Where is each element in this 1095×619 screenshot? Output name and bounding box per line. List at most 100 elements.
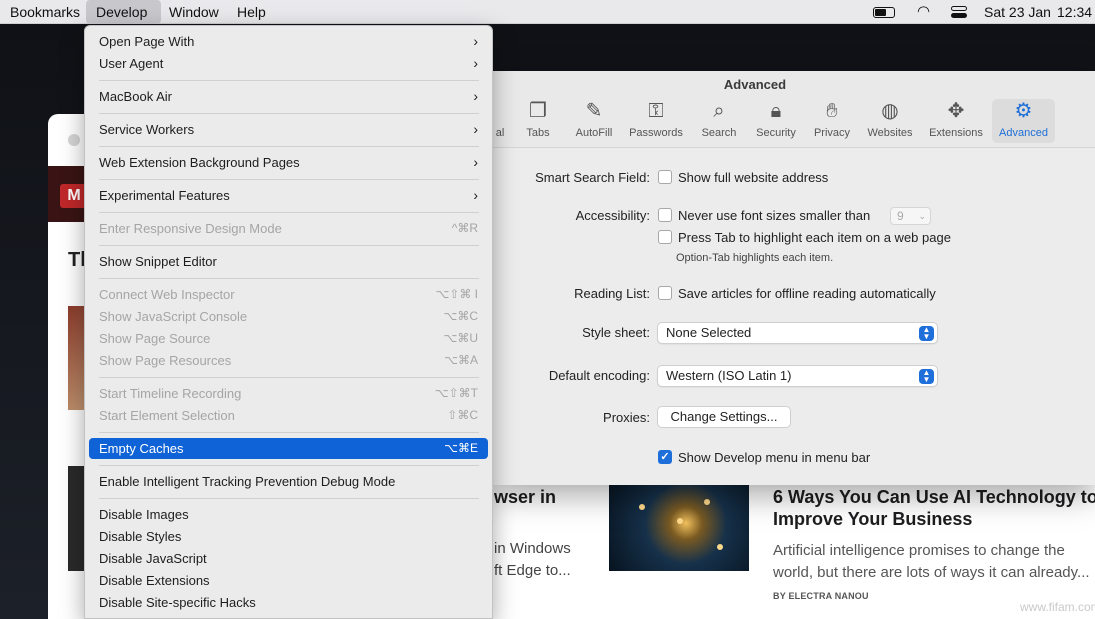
menubar-time[interactable]: 12:34 (1057, 0, 1092, 24)
menu-item-service-workers[interactable]: Service Workers › (89, 119, 488, 140)
article-author: BY ELECTRA NANOU (773, 591, 869, 601)
menu-item-shortcut: ⇧⌘C (447, 408, 478, 422)
window-close-button[interactable] (68, 134, 80, 146)
article-image[interactable] (609, 484, 749, 571)
menu-separator (99, 278, 479, 279)
tab-extensions[interactable]: ✥ Extensions (926, 99, 986, 143)
control-center-icon[interactable] (951, 0, 967, 24)
tab-advanced[interactable]: ⚙︎ Advanced (992, 99, 1055, 143)
menu-item-label: Disable Styles (99, 529, 182, 544)
menu-item-empty-caches[interactable]: Empty Caches ⌥⌘E (89, 438, 488, 459)
menu-item-user-agent[interactable]: User Agent › (89, 53, 488, 74)
wifi-icon[interactable]: ◠ (917, 0, 930, 24)
menu-item-show-javascript-console[interactable]: Show JavaScript Console ⌥⌘C (89, 306, 488, 327)
image-glow (704, 499, 710, 505)
menu-item-experimental-features[interactable]: Experimental Features › (89, 185, 488, 206)
menu-item-disable-javascript[interactable]: Disable JavaScript (89, 548, 488, 569)
menu-item-web-extension-bg-pages[interactable]: Web Extension Background Pages › (89, 152, 488, 173)
general-icon (493, 99, 507, 123)
tab-passwords[interactable]: ⚿ Passwords (626, 99, 686, 143)
menu-bookmarks[interactable]: Bookmarks (0, 0, 90, 24)
menu-item-itp-debug-mode[interactable]: Enable Intelligent Tracking Prevention D… (89, 471, 488, 492)
chevron-right-icon: › (473, 187, 478, 203)
menu-item-show-page-resources[interactable]: Show Page Resources ⌥⌘A (89, 350, 488, 371)
show-develop-menu-checkbox[interactable]: ✓ (658, 450, 672, 464)
menu-item-responsive-design-mode[interactable]: Enter Responsive Design Mode ^⌘R (89, 218, 488, 239)
tab-search[interactable]: ⌕ Search (698, 99, 740, 143)
min-font-size-text: Never use font sizes smaller than (678, 208, 871, 223)
chevron-right-icon: › (473, 55, 478, 71)
menu-item-start-element-selection[interactable]: Start Element Selection ⇧⌘C (89, 405, 488, 426)
tab-privacy[interactable]: ✋︎ Privacy (811, 99, 853, 143)
menu-item-disable-extensions[interactable]: Disable Extensions (89, 570, 488, 591)
menu-item-disable-styles[interactable]: Disable Styles (89, 526, 488, 547)
change-settings-button[interactable]: Change Settings... (657, 406, 791, 428)
tab-autofill[interactable]: ✎ AutoFill (572, 99, 616, 143)
show-develop-menu-text: Show Develop menu in menu bar (678, 450, 871, 465)
tab-highlight-checkbox[interactable] (658, 230, 672, 244)
article-desc-fragment: in Windows (494, 540, 571, 557)
tab-label: Privacy (813, 127, 851, 139)
menu-item-shortcut: ⌥⇧⌘T (434, 386, 478, 400)
menu-separator (99, 212, 479, 213)
key-icon: ⚿ (648, 100, 664, 122)
menu-item-disable-images[interactable]: Disable Images (89, 504, 488, 525)
tab-security[interactable]: 🔒︎ Security (751, 99, 801, 143)
tab-label: Tabs (526, 127, 550, 139)
menu-item-label: Enable Intelligent Tracking Prevention D… (99, 474, 396, 489)
tab-label: al (495, 127, 505, 139)
tab-websites[interactable]: ◍ Websites (864, 99, 916, 143)
menu-item-label: MacBook Air (99, 89, 172, 104)
tab-label: Websites (867, 127, 913, 139)
min-font-size-select[interactable]: 9 ⌄ (890, 207, 931, 225)
menubar-date[interactable]: Sat 23 Jan (984, 0, 1051, 24)
menu-item-show-page-source[interactable]: Show Page Source ⌥⌘U (89, 328, 488, 349)
control-center-icon (951, 6, 967, 18)
menu-item-label: Open Page With (99, 34, 195, 49)
menu-item-shortcut: ⌥⌘C (443, 309, 479, 323)
chevron-right-icon: › (473, 33, 478, 49)
menu-item-macbook-air[interactable]: MacBook Air › (89, 86, 488, 107)
tab-label: Passwords (629, 127, 683, 139)
menu-develop[interactable]: Develop (86, 0, 161, 24)
menu-item-connect-web-inspector[interactable]: Connect Web Inspector ⌥⇧⌘ I (89, 284, 488, 305)
menu-item-open-page-with[interactable]: Open Page With › (89, 31, 488, 52)
puzzle-icon: ✥ (947, 100, 965, 122)
gears-icon: ⚙︎ (1014, 100, 1033, 122)
menu-item-label: User Agent (99, 56, 164, 71)
up-down-chevron-icon: ▲ ▼ (919, 369, 934, 384)
tab-label: Advanced (999, 127, 1048, 139)
menu-separator (99, 179, 479, 180)
article-desc-fragment: ft Edge to... (494, 562, 571, 579)
tab-tabs[interactable]: ❐ Tabs (521, 99, 555, 143)
style-sheet-popup[interactable]: None Selected ▲ ▼ (657, 322, 938, 344)
default-encoding-popup[interactable]: Western (ISO Latin 1) ▲ ▼ (657, 365, 938, 387)
menu-item-shortcut: ⌥⌘U (443, 331, 479, 345)
tab-highlight-text: Press Tab to highlight each item on a we… (678, 230, 951, 245)
menu-item-label: Service Workers (99, 122, 195, 137)
article-title[interactable]: 6 Ways You Can Use AI Technology to Impr… (773, 486, 1095, 530)
menu-item-disable-site-hacks[interactable]: Disable Site-specific Hacks (89, 592, 488, 613)
menu-item-label: Show JavaScript Console (99, 309, 248, 324)
show-full-address-checkbox[interactable] (658, 170, 672, 184)
reading-list-checkbox[interactable] (658, 286, 672, 300)
menu-help[interactable]: Help (227, 0, 276, 24)
menu-item-label: Show Snippet Editor (99, 254, 217, 269)
battery-icon[interactable] (873, 0, 899, 24)
menu-item-label: Web Extension Background Pages (99, 155, 300, 170)
hand-icon: ✋︎ (826, 100, 838, 122)
preferences-title: Advanced (723, 77, 787, 92)
menu-item-start-timeline-recording[interactable]: Start Timeline Recording ⌥⇧⌘T (89, 383, 488, 404)
menu-item-label: Start Element Selection (99, 408, 235, 423)
menu-item-show-snippet-editor[interactable]: Show Snippet Editor (89, 251, 488, 272)
image-glow (717, 544, 723, 550)
min-font-size-checkbox[interactable] (658, 208, 672, 222)
tab-general[interactable]: al (493, 99, 507, 143)
menu-item-label: Disable JavaScript (99, 551, 207, 566)
menu-window[interactable]: Window (159, 0, 229, 24)
menu-item-label: Empty Caches (99, 441, 184, 456)
preferences-window: Advanced al ❐ Tabs ✎ AutoFill ⚿ Password… (493, 71, 1095, 485)
article-title-fragment[interactable]: wser in (494, 487, 556, 508)
chevron-right-icon: › (473, 88, 478, 104)
chevron-right-icon: › (473, 154, 478, 170)
